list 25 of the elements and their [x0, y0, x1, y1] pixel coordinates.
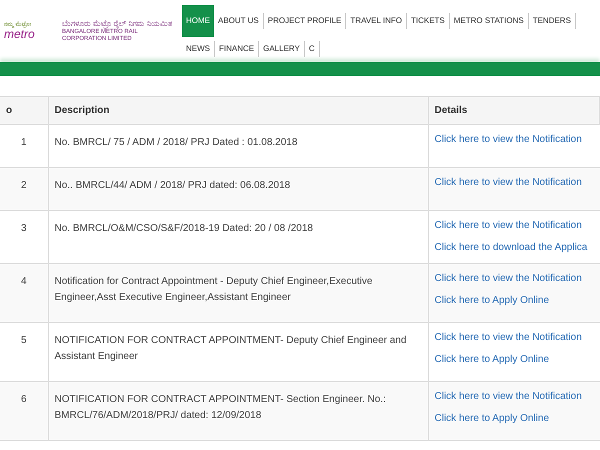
details-link[interactable]: Click here to Apply Online [434, 412, 550, 426]
details-link[interactable]: Click here to view the Notification [434, 133, 582, 147]
nav-link[interactable]: TENDERS [528, 13, 576, 29]
nav-link[interactable]: FINANCE [215, 41, 260, 57]
logo-wordmark: metro [4, 28, 35, 40]
nav-link[interactable]: PROJECT PROFILE [264, 13, 346, 29]
nav-link[interactable]: NEWS [182, 41, 215, 57]
details-link[interactable]: Click here to view the Notification [434, 331, 582, 345]
details-link[interactable]: Click here to view the Notification [434, 272, 582, 286]
table-cell: 6 [0, 382, 48, 440]
details-link[interactable]: Click here to view the Notification [434, 219, 582, 233]
details-link[interactable]: Click here to Apply Online [434, 353, 550, 367]
details-link[interactable]: Click here to download the Applica [434, 241, 588, 255]
nav-link[interactable]: ABOUT US [214, 13, 264, 29]
nav-link[interactable]: HOME [182, 5, 214, 37]
nav-link[interactable]: TRAVEL INFO [346, 13, 407, 29]
details-link[interactable]: Click here to view the Notification [434, 390, 582, 404]
nav-link[interactable]: GALLERY [259, 41, 305, 57]
details-link[interactable]: Click here to view the Notification [434, 176, 582, 190]
table-cell: NOTIFICATION FOR CONTRACT APPOINTMENT- Section Engineer. No.: BMRCL/76/ADM/2018/PRJ/ dated: 12/09/2018 [48, 382, 428, 440]
nav-link[interactable]: C [304, 41, 320, 57]
nav-link[interactable]: TICKETS [406, 13, 450, 29]
details-link[interactable]: Click here to Apply Online [434, 294, 550, 308]
org-name-kannada: ಬೆಂಗಳೂರು ಮೆಟ್ರೊ ರೈಲ್ ನಿಗಮ ನಿಯಮಿತ [62, 18, 173, 28]
nav-link[interactable]: METRO STATIONS [450, 13, 529, 29]
